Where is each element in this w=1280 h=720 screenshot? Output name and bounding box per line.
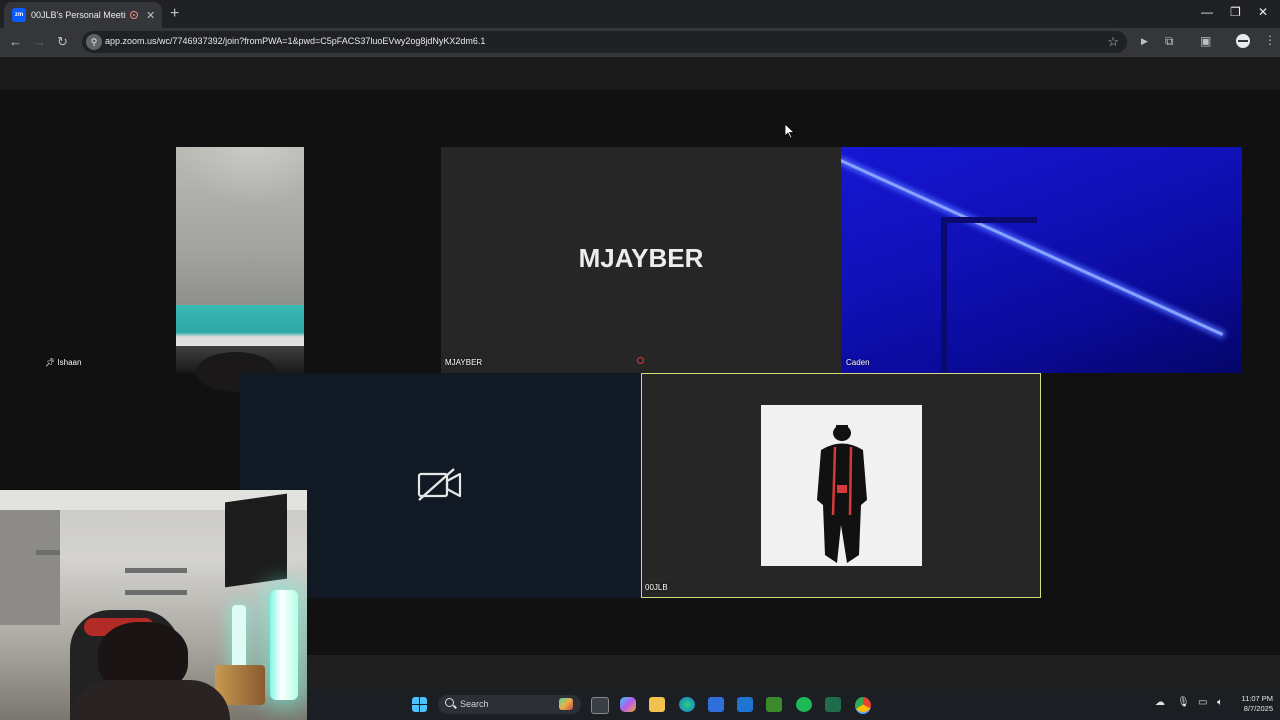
participant-label-mjayber: MJAYBER (445, 358, 483, 367)
taskbar-clock[interactable]: 11:07 PM 8/7/2025 (1227, 694, 1273, 714)
room-doorway (0, 510, 60, 625)
tab-zoom-meeting[interactable]: zm 00JLB's Personal Meeting R ✕ (4, 2, 162, 28)
address-bar[interactable]: ⚲ app.zoom.us/wc/7746937392/join?fromPWA… (82, 31, 1127, 53)
participant-name: Ishaan (57, 358, 82, 367)
participant-label-caden: Caden (846, 358, 870, 367)
tab-search-icon[interactable]: ▣ (1200, 34, 1211, 48)
streamer-body (70, 680, 230, 720)
search-placeholder: Search (460, 699, 489, 709)
browser-tabstrip: zm 00JLB's Personal Meeting R ✕ + — ❐ ✕ (0, 0, 1280, 28)
room-shelf (125, 568, 187, 573)
room-light (270, 590, 298, 700)
recording-indicator-icon (637, 357, 644, 364)
mouse-cursor-icon (785, 124, 795, 139)
clock-time: 11:07 PM (1241, 694, 1273, 703)
participant-tile-mjayber[interactable]: MJAYBER MJAYBER (441, 147, 841, 373)
zoom-favicon-icon: zm (12, 8, 26, 22)
volume-icon[interactable]: 🔈︎ (1217, 697, 1223, 708)
participant-label-ishaan: 📌︎ Ishaan (45, 358, 81, 367)
extensions-icon[interactable]: ⧉ (1165, 34, 1174, 49)
zoom-top-bar (0, 56, 1280, 91)
copilot-icon[interactable] (620, 697, 636, 712)
minecraft-icon[interactable] (766, 697, 782, 712)
participant-video-ishaan[interactable] (176, 147, 304, 392)
recording-icon (130, 11, 138, 19)
profile-avatar-icon[interactable] (1236, 34, 1250, 48)
url-text[interactable]: app.zoom.us/wc/7746937392/join?fromPWA=1… (105, 36, 485, 46)
search-highlight-icon (559, 698, 573, 710)
phone-link-icon[interactable] (825, 697, 841, 712)
windows-taskbar: Search ☁ 🎙︎ ▭ 🔈︎ 11:07 PM 8/7/2025 (307, 689, 1280, 720)
task-view-icon[interactable] (591, 697, 609, 714)
webcam-overlay (0, 490, 307, 720)
new-tab-button[interactable]: + (170, 5, 179, 23)
background-door (941, 217, 1037, 373)
network-icon[interactable]: ▭ (1198, 697, 1207, 708)
room-shelf (36, 550, 60, 555)
figure-avatar-icon (817, 425, 867, 563)
close-window-button[interactable]: ✕ (1258, 5, 1268, 19)
participant-label-00jlb: 00JLB (645, 583, 668, 592)
restore-button[interactable]: ❐ (1230, 5, 1241, 19)
profile-picture (761, 405, 922, 566)
pin-icon[interactable]: 📌︎ (45, 358, 55, 367)
bookmark-star-icon[interactable]: ☆ (1107, 34, 1119, 50)
start-icon[interactable] (412, 697, 427, 712)
spotify-icon[interactable] (796, 697, 812, 712)
search-icon (445, 698, 454, 707)
media-play-icon[interactable]: ▶ (1141, 36, 1148, 47)
browser-toolbar: ← → ↻ ⚲ app.zoom.us/wc/7746937392/join?f… (0, 28, 1280, 56)
chrome-icon[interactable] (855, 697, 871, 714)
onedrive-icon[interactable]: ☁ (1155, 697, 1165, 708)
browser-menu-icon[interactable]: ⋮ (1264, 33, 1276, 47)
tab-title: 00JLB's Personal Meeting R (31, 10, 126, 20)
store-icon[interactable] (708, 697, 724, 712)
minimize-button[interactable]: — (1201, 5, 1213, 19)
outlook-icon[interactable] (737, 697, 753, 712)
camera-off-icon (417, 468, 462, 501)
microphone-icon[interactable]: 🎙︎ (1177, 697, 1190, 708)
tab-close-icon[interactable]: ✕ (146, 9, 155, 22)
taskbar-search-box[interactable]: Search (438, 695, 581, 714)
participant-tile-00jlb[interactable]: 00JLB (641, 373, 1041, 598)
reload-icon[interactable]: ↻ (57, 34, 68, 50)
edge-icon[interactable] (679, 697, 695, 712)
back-icon[interactable]: ← (9, 34, 22, 49)
site-info-icon[interactable]: ⚲ (86, 34, 102, 50)
clock-date: 8/7/2025 (1243, 704, 1273, 713)
file-explorer-icon[interactable] (649, 697, 665, 712)
room-tv (225, 493, 287, 588)
forward-icon[interactable]: → (33, 34, 46, 49)
participant-display-name: MJAYBER (578, 243, 704, 273)
room-shelf (125, 590, 187, 595)
participant-tile-caden[interactable]: Caden (841, 147, 1242, 373)
